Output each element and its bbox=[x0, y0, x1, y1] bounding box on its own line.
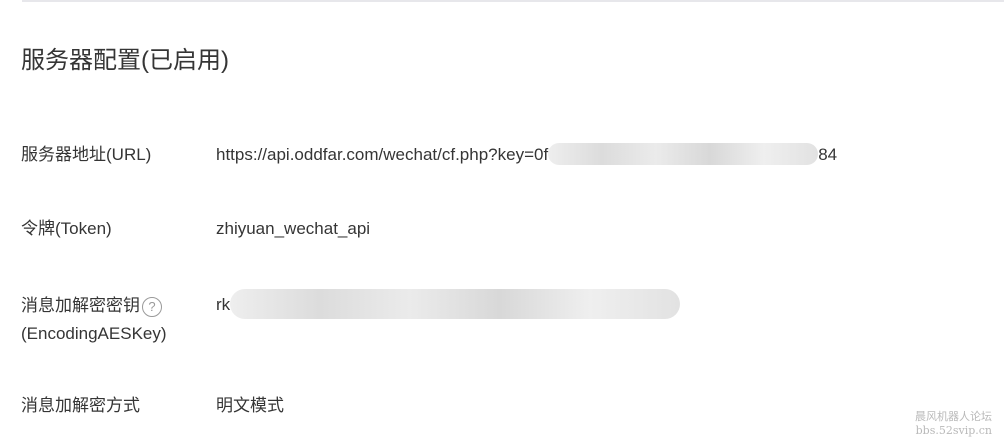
server-url-mask bbox=[548, 143, 819, 166]
aes-key-value: rk bbox=[216, 288, 681, 319]
encrypt-mode-label: 消息加解密方式 bbox=[21, 396, 140, 415]
aes-key-mask bbox=[230, 288, 681, 319]
aes-key-label: 消息加解密密钥? (EncodingAESKey) bbox=[21, 292, 211, 348]
section-title: 服务器配置(已启用) bbox=[21, 47, 229, 74]
server-url-suffix: 84 bbox=[818, 145, 838, 164]
encrypt-mode-value: 明文模式 bbox=[216, 396, 284, 415]
server-url-value: https://api.oddfar.com/wechat/cf.php?key… bbox=[216, 142, 837, 168]
aes-key-label-line1: 消息加解密密钥 bbox=[21, 296, 140, 315]
server-url-prefix: https://api.oddfar.com/wechat/cf.php?key… bbox=[216, 145, 549, 164]
server-url-label: 服务器地址(URL) bbox=[21, 145, 152, 164]
server-config-page: 服务器配置(已启用) 服务器地址(URL) https://api.oddfar… bbox=[0, 0, 1004, 444]
aes-key-prefix: rk bbox=[216, 295, 231, 314]
watermark-line1: 晨风机器人论坛 bbox=[915, 410, 992, 423]
help-icon[interactable]: ? bbox=[142, 296, 162, 317]
watermark: 晨风机器人论坛 bbs.52svip.cn bbox=[915, 410, 992, 438]
token-label: 令牌(Token) bbox=[21, 219, 112, 238]
top-divider bbox=[22, 0, 1004, 2]
aes-key-label-line2: (EncodingAESKey) bbox=[21, 324, 167, 343]
token-value: zhiyuan_wechat_api bbox=[216, 219, 371, 238]
watermark-line2: bbs.52svip.cn bbox=[915, 424, 992, 437]
